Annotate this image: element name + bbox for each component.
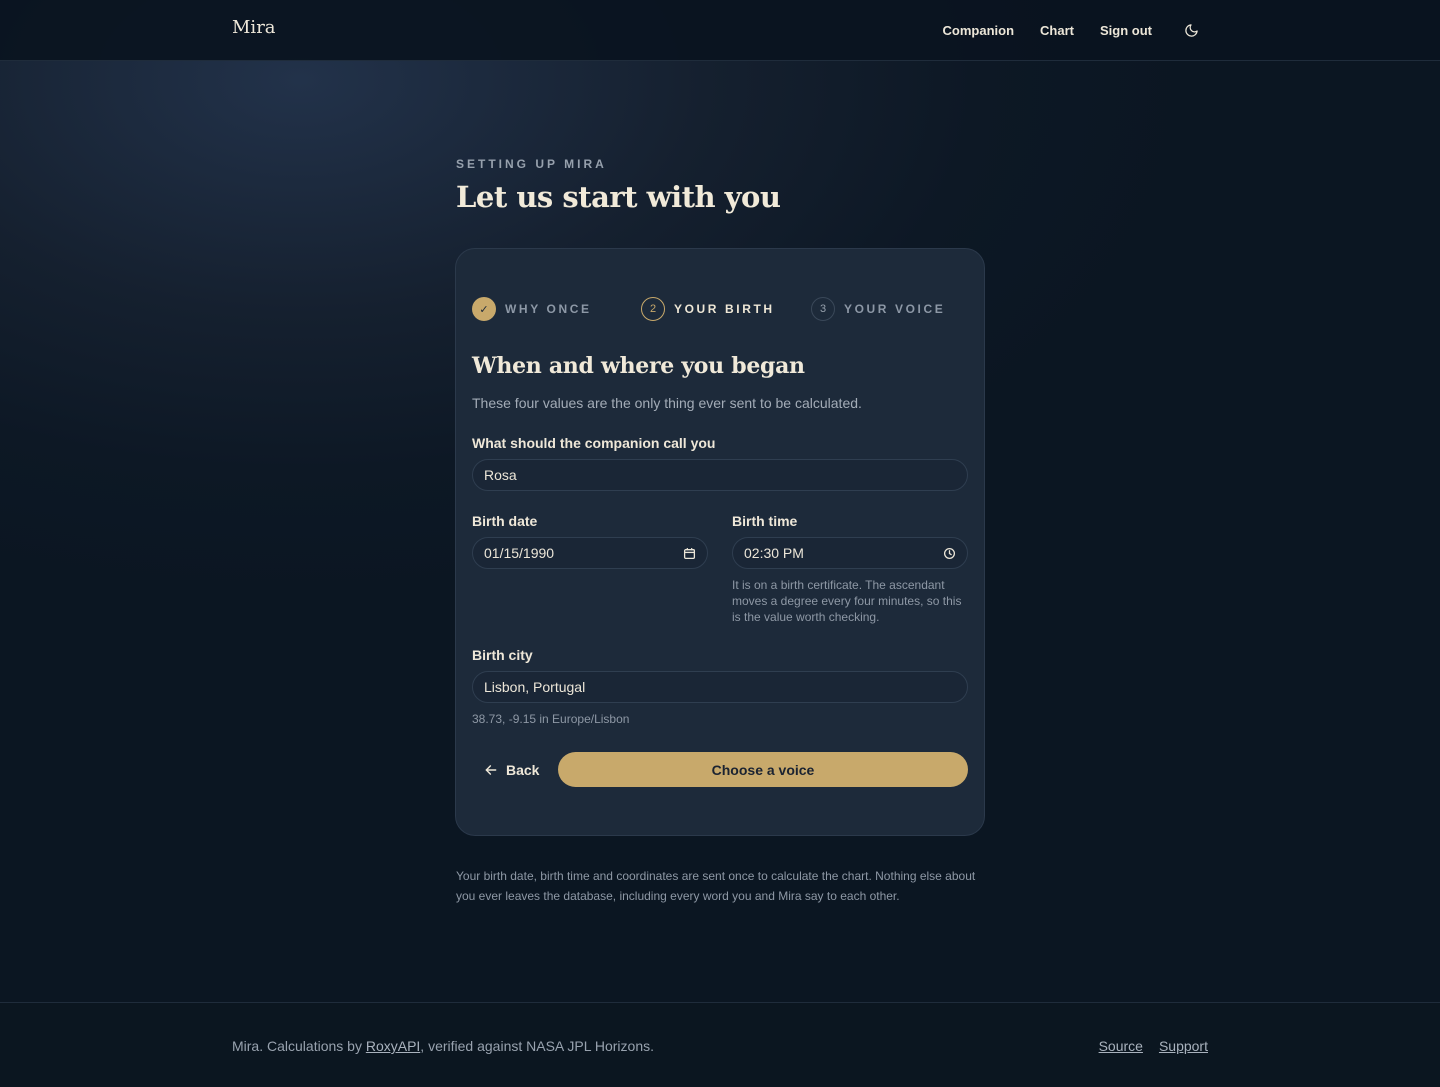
birth-time-label: Birth time xyxy=(732,513,798,529)
theme-toggle-button[interactable] xyxy=(1182,22,1200,40)
arrow-left-icon xyxy=(485,765,497,775)
source-link[interactable]: Source xyxy=(1099,1038,1143,1054)
page-footer: Mira. Calculations by RoxyAPI, verified … xyxy=(0,1002,1440,1087)
birth-city-label: Birth city xyxy=(472,647,533,663)
step-your-birth: 2 YOUR BIRTH xyxy=(641,297,775,321)
footer-credits: Mira. Calculations by RoxyAPI, verified … xyxy=(232,1038,654,1054)
top-navigation-bar: Mira Companion Chart Sign out xyxy=(0,0,1440,61)
onboarding-card: ✓ WHY ONCE 2 YOUR BIRTH 3 YOUR VOICE Whe… xyxy=(455,248,985,836)
setup-eyebrow: SETTING UP MIRA xyxy=(456,157,607,171)
nav-chart-link[interactable]: Chart xyxy=(1040,23,1074,38)
calendar-icon[interactable] xyxy=(682,546,696,560)
step-number: 2 xyxy=(641,297,665,321)
birth-time-hint: It is on a birth certificate. The ascend… xyxy=(732,578,962,624)
birth-time-value: 02:30 PM xyxy=(744,545,804,561)
clock-icon[interactable] xyxy=(942,546,956,560)
step-number: 3 xyxy=(811,297,835,321)
moon-icon xyxy=(1184,24,1198,37)
birth-date-value: 01/15/1990 xyxy=(484,545,555,561)
main-nav: Companion Chart Sign out xyxy=(943,0,1200,61)
check-icon: ✓ xyxy=(472,297,496,321)
support-link[interactable]: Support xyxy=(1159,1038,1208,1054)
roxyapi-link[interactable]: RoxyAPI xyxy=(366,1038,420,1054)
name-value: Rosa xyxy=(484,467,517,483)
step-indicator: ✓ WHY ONCE 2 YOUR BIRTH 3 YOUR VOICE xyxy=(472,297,968,323)
birth-city-input[interactable]: Lisbon, Portugal xyxy=(472,671,968,703)
step-label: WHY ONCE xyxy=(505,302,592,316)
birth-city-value: Lisbon, Portugal xyxy=(484,679,586,695)
footer-suffix: , verified against NASA JPL Horizons. xyxy=(420,1038,654,1054)
birth-date-label: Birth date xyxy=(472,513,538,529)
step-why-once: ✓ WHY ONCE xyxy=(472,297,592,321)
name-input[interactable]: Rosa xyxy=(472,459,968,491)
city-coordinates-hint: 38.73, -9.15 in Europe/Lisbon xyxy=(472,712,630,726)
back-button-label: Back xyxy=(506,762,540,778)
sign-out-link[interactable]: Sign out xyxy=(1100,23,1152,38)
form-title: When and where you began xyxy=(472,353,805,379)
privacy-note: Your birth date, birth time and coordina… xyxy=(456,869,976,903)
choose-voice-button[interactable]: Choose a voice xyxy=(558,752,968,787)
birth-time-input[interactable]: 02:30 PM xyxy=(732,537,968,569)
nav-companion-link[interactable]: Companion xyxy=(943,23,1015,38)
brand-logo[interactable]: Mira xyxy=(232,17,276,38)
step-label: YOUR BIRTH xyxy=(674,302,775,316)
step-your-voice: 3 YOUR VOICE xyxy=(811,297,945,321)
page-title: Let us start with you xyxy=(456,180,781,214)
form-subtitle: These four values are the only thing eve… xyxy=(472,395,862,411)
step-label: YOUR VOICE xyxy=(844,302,946,316)
back-button[interactable]: Back xyxy=(484,753,539,787)
footer-links: Source Support xyxy=(1099,1038,1208,1054)
name-label: What should the companion call you xyxy=(472,435,716,451)
footer-prefix: Mira. Calculations by xyxy=(232,1038,366,1054)
birth-date-input[interactable]: 01/15/1990 xyxy=(472,537,708,569)
